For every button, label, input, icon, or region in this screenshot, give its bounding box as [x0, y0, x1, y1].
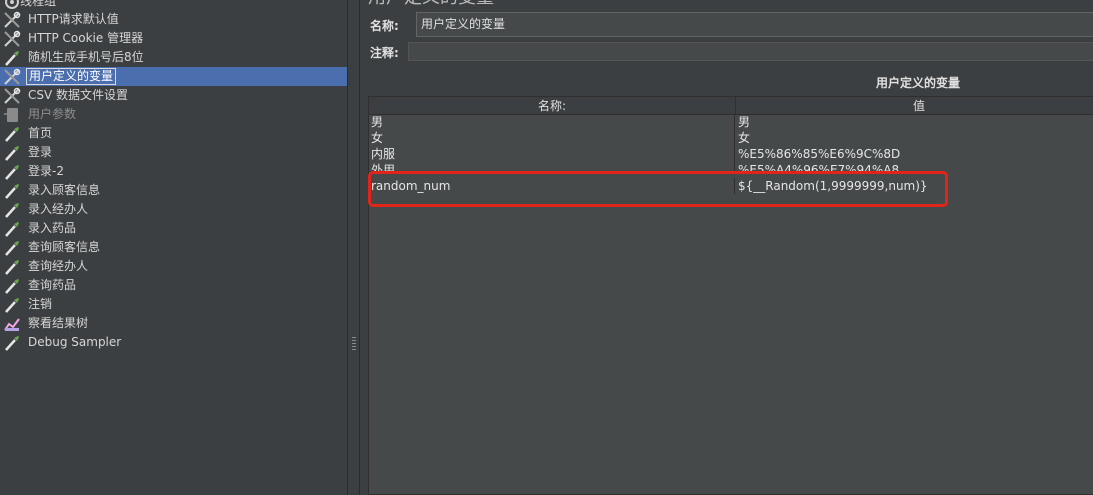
tree-item-label: 查询经办人	[28, 259, 89, 273]
pipette-icon	[3, 334, 21, 352]
pipette-icon	[3, 239, 21, 257]
pipette-icon	[3, 49, 21, 67]
section-title: 用户定义的变量	[876, 76, 961, 90]
comment-label: 注释:	[370, 46, 399, 60]
tree-item-label: HTTP请求默认值	[28, 12, 119, 26]
tree-item-label: 线程组	[20, 0, 57, 8]
tree-item-query-medicine[interactable]: 查询药品	[0, 276, 347, 295]
tree-item-add-medicine[interactable]: 录入药品	[0, 219, 347, 238]
tree-item-query-agent[interactable]: 查询经办人	[0, 257, 347, 276]
comment-field[interactable]	[408, 42, 1093, 61]
chart-icon	[3, 315, 21, 333]
tree-item-debug-sampler[interactable]: Debug Sampler	[0, 333, 347, 352]
tree-item-label: 用户参数	[28, 107, 77, 121]
variable-value-cell[interactable]: %E5%86%85%E6%9C%8D	[736, 146, 1093, 162]
variable-name-cell[interactable]: 男	[369, 114, 735, 130]
tree-item-label: CSV 数据文件设置	[28, 88, 129, 102]
split-pane-divider[interactable]	[347, 0, 360, 495]
wrench-icon	[3, 87, 21, 105]
variable-name-cell[interactable]: 女	[369, 130, 735, 146]
tree-item-label: 录入顾客信息	[28, 183, 101, 197]
table-row[interactable]: 女 女	[369, 130, 1093, 146]
table-row[interactable]: 内服 %E5%86%85%E6%9C%8D	[369, 146, 1093, 162]
tree-item-login[interactable]: 登录	[0, 143, 347, 162]
tree-item-label: 登录-2	[28, 164, 64, 178]
variable-value-cell[interactable]: 男	[736, 114, 1093, 130]
tree-item-user-defined-variables[interactable]: 用户定义的变量	[0, 67, 347, 86]
pipette-icon	[3, 201, 21, 219]
pipette-icon	[3, 182, 21, 200]
tree-item-label: 注销	[28, 297, 53, 311]
test-plan-tree[interactable]: 线程组 HTTP请求默认值 HTTP Cookie 管理器 随机生成手机号后8位…	[0, 0, 347, 495]
tree-item-home[interactable]: 首页	[0, 124, 347, 143]
variables-panel: 用户定义的变量 名称: 用户定义的变量 注释: 用户定义的变量 名称: 值 男 …	[360, 0, 1093, 495]
tree-item-login-2[interactable]: 登录-2	[0, 162, 347, 181]
column-header-name[interactable]: 名称:	[369, 97, 736, 115]
tree-item-http-defaults[interactable]: HTTP请求默认值	[0, 10, 347, 29]
tree-item-random-phone[interactable]: 随机生成手机号后8位	[0, 48, 347, 67]
tree-item-view-results-tree[interactable]: 察看结果树	[0, 314, 347, 333]
name-field[interactable]: 用户定义的变量	[416, 12, 1093, 37]
table-row[interactable]: 男 男	[369, 114, 1093, 130]
tree-item-label: 录入药品	[28, 221, 77, 235]
wrench-icon	[3, 30, 21, 48]
document-icon	[3, 106, 21, 124]
pipette-icon	[3, 163, 21, 181]
tree-item-label: 察看结果树	[28, 316, 89, 330]
pipette-icon	[3, 258, 21, 276]
tree-item-add-agent[interactable]: 录入经办人	[0, 200, 347, 219]
tree-item-label: 登录	[28, 145, 53, 159]
variable-value-cell[interactable]: 女	[736, 130, 1093, 146]
annotation-highlight-box	[368, 171, 948, 207]
tree-item-label: 随机生成手机号后8位	[28, 50, 144, 64]
variable-name-cell[interactable]: 内服	[369, 146, 735, 162]
tree-item-label: 录入经办人	[28, 202, 89, 216]
tree-item-user-parameters[interactable]: 用户参数	[0, 105, 347, 124]
tree-item-label: 用户定义的变量	[26, 68, 117, 85]
tree-item-label: 查询药品	[28, 278, 77, 292]
tree-item-label: Debug Sampler	[28, 335, 122, 349]
divider-grip-icon[interactable]	[351, 335, 357, 357]
tree-item-csv-data-set[interactable]: CSV 数据文件设置	[0, 86, 347, 105]
pipette-icon	[3, 125, 21, 143]
pipette-icon	[3, 220, 21, 238]
tree-item-label: HTTP Cookie 管理器	[28, 31, 144, 45]
column-header-value[interactable]: 值	[736, 97, 1093, 115]
tree-item-logout[interactable]: 注销	[0, 295, 347, 314]
pipette-icon	[3, 144, 21, 162]
panel-title: 用户定义的变量	[368, 0, 494, 8]
pipette-icon	[3, 296, 21, 314]
wrench-icon	[3, 68, 21, 86]
tree-item-cookie-manager[interactable]: HTTP Cookie 管理器	[0, 29, 347, 48]
tree-item-add-customer[interactable]: 录入顾客信息	[0, 181, 347, 200]
wrench-icon	[3, 11, 21, 29]
name-label: 名称:	[370, 19, 399, 33]
tree-item-query-customer[interactable]: 查询顾客信息	[0, 238, 347, 257]
pipette-icon	[3, 277, 21, 295]
tree-item-label: 查询顾客信息	[28, 240, 101, 254]
variables-table[interactable]: 名称: 值 男 男 女 女 内服 %E5%86%85%E6%9C%8D 外用 %…	[368, 96, 1093, 495]
tree-item-label: 首页	[28, 126, 53, 140]
